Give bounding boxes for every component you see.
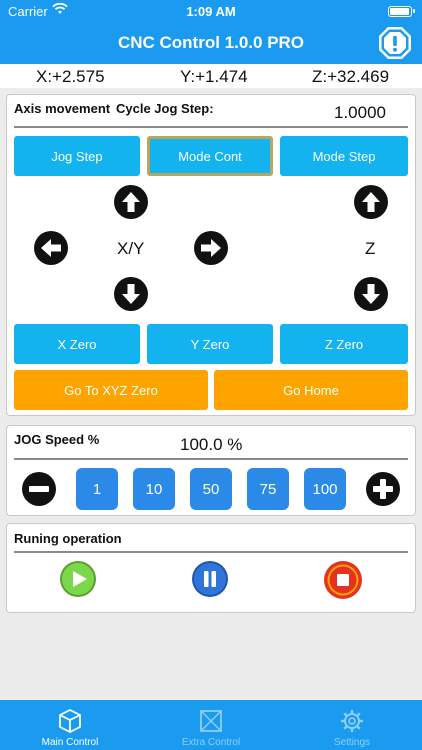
y-down-arrow-icon[interactable]: [113, 276, 149, 312]
page-title: CNC Control 1.0.0 PRO: [117, 33, 305, 52]
pause-button-icon[interactable]: [191, 560, 229, 598]
speed-preset-75[interactable]: 75: [247, 468, 289, 510]
jog-speed-label: JOG Speed %: [14, 432, 100, 447]
xy-axis-label: X/Y: [117, 239, 145, 258]
jog-speed-divider: [14, 458, 408, 460]
speed-preset-1[interactable]: 1: [76, 468, 118, 510]
gear-icon: [341, 710, 363, 732]
y-zero-button[interactable]: Y Zero: [147, 324, 273, 364]
cycle-jog-step-value: 1.0000: [334, 103, 386, 122]
z-up-arrow-icon[interactable]: [353, 184, 389, 220]
axis-movement-label: Axis movement: [14, 101, 111, 116]
z-axis-label: Z: [365, 239, 376, 258]
speed-preset-10[interactable]: 10: [133, 468, 175, 510]
battery-icon: [388, 6, 415, 17]
tab-label: Settings: [333, 737, 371, 748]
x-coordinate: X:+2.575: [36, 67, 105, 86]
tab-main-control[interactable]: Main Control: [0, 700, 140, 750]
z-coordinate: Z:+32.469: [312, 67, 390, 86]
running-divider: [14, 551, 408, 553]
speed-preset-50[interactable]: 50: [190, 468, 232, 510]
stop-button-icon[interactable]: [323, 560, 363, 600]
x-left-arrow-icon[interactable]: [33, 230, 69, 266]
decrease-speed-icon[interactable]: [21, 471, 57, 507]
top-bar: Carrier 1:09 AM CNC Control 1.0.0 PRO: [0, 0, 422, 64]
play-button-icon[interactable]: [59, 560, 97, 598]
x-right-arrow-icon[interactable]: [193, 230, 229, 266]
mode-cont-button[interactable]: Mode Cont: [147, 136, 273, 176]
tab-settings[interactable]: Settings: [282, 700, 422, 750]
cube-icon: [59, 708, 81, 734]
coordinate-readout: X:+2.575 Y:+1.474 Z:+32.469: [0, 64, 422, 88]
tab-extra-control[interactable]: Extra Control: [141, 700, 281, 750]
jog-speed-value: 100.0 %: [180, 435, 243, 454]
mode-step-button[interactable]: Mode Step: [280, 136, 408, 176]
speed-preset-100[interactable]: 100: [304, 468, 346, 510]
running-operation-label: Runing operation: [14, 531, 122, 546]
increase-speed-icon[interactable]: [365, 471, 401, 507]
z-down-arrow-icon[interactable]: [353, 276, 389, 312]
z-zero-button[interactable]: Z Zero: [280, 324, 408, 364]
clock: 1:09 AM: [186, 4, 236, 19]
jog-step-button[interactable]: Jog Step: [14, 136, 140, 176]
y-up-arrow-icon[interactable]: [113, 184, 149, 220]
tab-label: Extra Control: [181, 737, 241, 748]
go-home-button[interactable]: Go Home: [214, 370, 408, 410]
tab-label: Main Control: [41, 737, 99, 748]
alert-octagon-icon[interactable]: [378, 26, 412, 60]
x-zero-button[interactable]: X Zero: [14, 324, 140, 364]
box-icon: [200, 710, 222, 732]
status-bar: Carrier 1:09 AM: [0, 0, 422, 24]
axis-divider: [14, 126, 408, 128]
tab-bar: Main Control Extra Control Settings: [0, 700, 422, 750]
cycle-jog-step-label: Cycle Jog Step:: [116, 101, 214, 116]
go-to-xyz-zero-button[interactable]: Go To XYZ Zero: [14, 370, 208, 410]
y-coordinate: Y:+1.474: [180, 67, 248, 86]
